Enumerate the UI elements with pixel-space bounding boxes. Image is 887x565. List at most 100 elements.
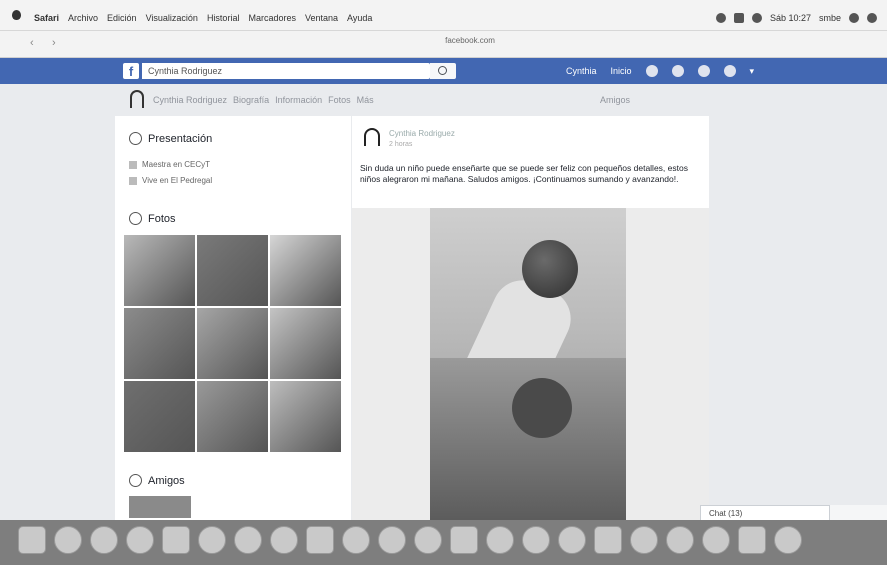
post-author[interactable]: Cynthia Rodriguez — [389, 129, 455, 138]
friends-button[interactable]: Amigos — [600, 95, 630, 105]
dock-icons — [18, 526, 802, 554]
magnifier-icon — [438, 66, 447, 75]
dock-telegram-icon[interactable] — [522, 526, 550, 554]
dock-calendar-icon[interactable] — [594, 526, 622, 554]
photo-icon — [129, 212, 142, 225]
dock-launchpad-icon[interactable] — [54, 526, 82, 554]
friends-title[interactable]: Amigos — [148, 475, 185, 487]
dock-downloads-icon[interactable] — [738, 526, 766, 554]
profile-nav: Cynthia Rodriguez Biografía Información … — [115, 88, 715, 112]
notifications-icon[interactable] — [697, 65, 710, 77]
apple-icon[interactable] — [12, 10, 21, 20]
photo-thumbnail[interactable] — [270, 235, 341, 306]
profile-avatar[interactable] — [130, 90, 144, 108]
forward-button[interactable]: › — [52, 37, 56, 49]
photo-thumbnail[interactable] — [270, 308, 341, 379]
tab-fotos[interactable]: Fotos — [328, 95, 351, 105]
menu-archivo[interactable]: Archivo — [68, 13, 98, 23]
photo-ball — [522, 240, 578, 298]
globe-icon — [129, 132, 142, 145]
header-home-link[interactable]: Inicio — [611, 66, 632, 76]
intro-line: Maestra en CECyT — [129, 160, 210, 169]
search-icon[interactable] — [849, 13, 859, 23]
post-card: Cynthia Rodriguez 2 horas Sin duda un ni… — [352, 116, 709, 520]
friend-thumbnail[interactable] — [129, 496, 191, 518]
intro-line: Vive en El Pedregal — [129, 176, 212, 185]
photo-thumbnail[interactable] — [124, 308, 195, 379]
dock-terminal-icon[interactable] — [702, 526, 730, 554]
dock-safari-icon[interactable] — [90, 526, 118, 554]
friend-requests-icon[interactable] — [645, 65, 658, 77]
dock-notes-icon[interactable] — [162, 526, 190, 554]
tab-informacion[interactable]: Información — [275, 95, 322, 105]
left-column: Presentación Maestra en CECyT Vive en El… — [115, 116, 351, 520]
help-icon[interactable] — [723, 65, 736, 77]
intro-title: Presentación — [148, 132, 213, 145]
chat-bar[interactable]: Chat (13) — [700, 505, 830, 521]
search-input[interactable]: Cynthia Rodriguez — [142, 63, 430, 79]
messages-icon[interactable] — [671, 65, 684, 77]
photo-thumbnail[interactable] — [197, 235, 268, 306]
post-timestamp[interactable]: 2 horas — [389, 141, 412, 148]
menu-ventana[interactable]: Ventana — [305, 13, 338, 23]
photo-thumbnail[interactable] — [124, 381, 195, 452]
photos-section-title: Fotos — [129, 212, 176, 225]
photo-kid — [512, 378, 572, 438]
menu-safari[interactable]: Safari — [34, 13, 59, 23]
tab-biografia[interactable]: Biografía — [233, 95, 269, 105]
menu-marcadores[interactable]: Marcadores — [248, 13, 296, 23]
dock-facetime-icon[interactable] — [306, 526, 334, 554]
tab-mas[interactable]: Más — [357, 95, 374, 105]
dock-trash-icon[interactable] — [774, 526, 802, 554]
intro-work: Maestra en CECyT — [142, 160, 211, 169]
dock-twitter-icon[interactable] — [558, 526, 586, 554]
address-bar[interactable]: facebook.com — [290, 36, 650, 50]
post-avatar[interactable] — [364, 128, 380, 146]
menu-historial[interactable]: Historial — [207, 13, 240, 23]
intro-section-title: Presentación — [129, 132, 212, 145]
friends-section-title: Amigos — [129, 474, 185, 487]
dock-settings-icon[interactable] — [234, 526, 262, 554]
tab-profile-name[interactable]: Cynthia Rodriguez — [153, 95, 227, 105]
dock-whatsapp-icon[interactable] — [486, 526, 514, 554]
volume-icon[interactable] — [751, 13, 762, 23]
facebook-header: f Cynthia Rodriguez Cynthia Inicio ▾ — [0, 58, 887, 84]
profile-tabs: Cynthia Rodriguez Biografía Información … — [153, 95, 374, 105]
photo-thumbnail[interactable] — [124, 235, 195, 306]
macos-menu-bar: Safari Archivo Edición Visualización His… — [0, 0, 887, 31]
dock-maps-icon[interactable] — [342, 526, 370, 554]
photos-title[interactable]: Fotos — [148, 213, 176, 225]
menu-edicion[interactable]: Edición — [107, 13, 137, 23]
dock-finder-icon[interactable] — [18, 526, 46, 554]
photo-thumbnail[interactable] — [197, 381, 268, 452]
photo-thumbnail[interactable] — [270, 381, 341, 452]
dock-mail-icon[interactable] — [630, 526, 658, 554]
friends-icon — [129, 474, 142, 487]
dock-photos-icon[interactable] — [198, 526, 226, 554]
home-icon — [129, 176, 137, 185]
header-right: Cynthia Inicio ▾ — [566, 65, 754, 77]
menu-visualizacion[interactable]: Visualización — [146, 13, 198, 23]
photo-thumbnail[interactable] — [197, 308, 268, 379]
dock-word-icon[interactable] — [666, 526, 694, 554]
browser-toolbar: ‹ › facebook.com — [0, 31, 887, 58]
dock-music-icon[interactable] — [414, 526, 442, 554]
dock-skype-icon[interactable] — [450, 526, 478, 554]
search-button[interactable] — [430, 63, 456, 79]
dock-messages-icon[interactable] — [270, 526, 298, 554]
photo-grid — [124, 235, 341, 455]
battery-icon[interactable] — [733, 13, 744, 23]
header-profile-link[interactable]: Cynthia — [566, 66, 597, 76]
account-menu-chevron-icon[interactable]: ▾ — [750, 66, 755, 77]
menu-list-icon[interactable] — [867, 13, 877, 23]
back-button[interactable]: ‹ — [30, 37, 34, 49]
post-photo[interactable] — [352, 208, 709, 520]
dock-appstore-icon[interactable] — [378, 526, 406, 554]
dock-rocket-icon[interactable] — [126, 526, 154, 554]
facebook-logo-icon[interactable]: f — [123, 63, 139, 79]
status-area: Sáb 10:27 smbe — [715, 13, 877, 23]
status-clock[interactable]: Sáb 10:27 — [770, 13, 811, 23]
wifi-icon[interactable] — [715, 13, 726, 23]
menu-ayuda[interactable]: Ayuda — [347, 13, 372, 23]
status-user[interactable]: smbe — [819, 13, 841, 23]
